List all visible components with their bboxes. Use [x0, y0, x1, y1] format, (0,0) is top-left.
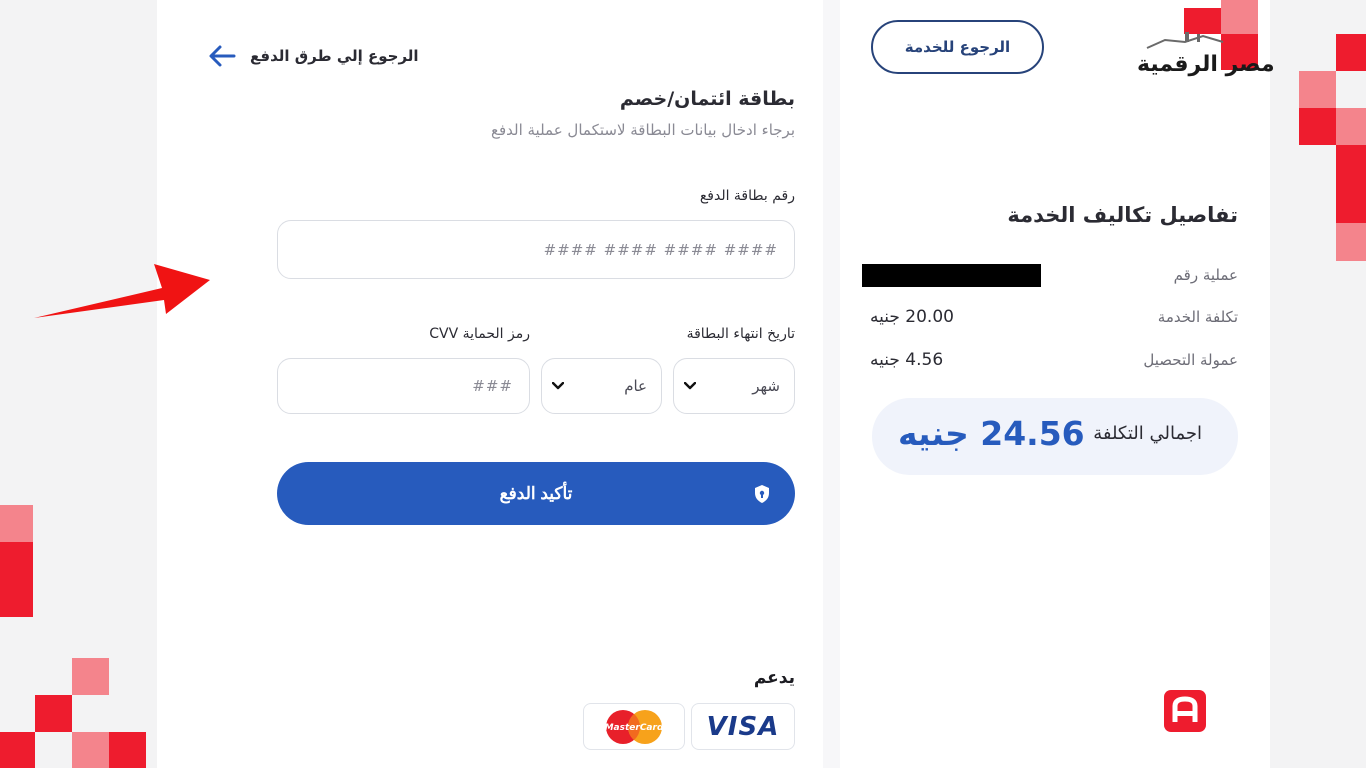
back-to-service-label: الرجوع للخدمة	[904, 38, 1011, 56]
back-to-service-button[interactable]: الرجوع للخدمة	[871, 20, 1044, 74]
confirm-payment-button[interactable]: تأكيد الدفع	[277, 462, 795, 525]
decor-square	[1299, 108, 1336, 145]
expiry-year-select[interactable]: عام	[541, 358, 662, 414]
collection-fee-label: عمولة التحصيل	[1143, 351, 1238, 369]
supported-cards-label: يدعم	[753, 668, 795, 688]
help-glyph-icon	[1172, 696, 1198, 722]
visa-logo: VISA	[691, 703, 795, 750]
shield-check-icon	[755, 485, 769, 503]
expiry-year-value: عام	[624, 377, 647, 395]
decor-square	[1336, 34, 1366, 71]
back-to-payment-methods-link[interactable]: الرجوع إلي طرق الدفع	[208, 40, 419, 72]
decor-square	[0, 542, 33, 617]
logo-skyline-icon	[1146, 32, 1224, 49]
mastercard-icon: MasterCard	[605, 709, 664, 744]
expiry-label: تاريخ انتهاء البطاقة	[686, 326, 795, 342]
page-subtitle: برجاء ادخال بيانات البطاقة لاستكمال عملي…	[490, 121, 795, 139]
decor-square	[0, 732, 35, 768]
decor-square	[1336, 145, 1366, 223]
decor-square	[1336, 108, 1366, 145]
visa-logo-text: VISA	[706, 711, 780, 742]
service-summary-panel	[840, 0, 1270, 768]
chevron-down-icon	[552, 382, 564, 390]
red-pointer-arrow-icon	[34, 264, 210, 318]
page: الرجوع إلي طرق الدفع بطاقة ائتمان/خصم بر…	[0, 0, 1366, 768]
total-cost-label: اجمالي التكلفة	[1093, 423, 1202, 444]
back-to-payment-methods-label: الرجوع إلي طرق الدفع	[250, 47, 419, 65]
chevron-down-icon	[684, 382, 696, 390]
decor-square	[0, 505, 33, 542]
decor-square	[72, 732, 109, 768]
decor-square	[72, 658, 109, 695]
confirm-payment-label: تأكيد الدفع	[499, 483, 573, 503]
panel-divider	[823, 0, 840, 768]
cvv-label: رمز الحماية CVV	[429, 326, 530, 342]
help-app-icon[interactable]	[1164, 690, 1206, 732]
cvv-input[interactable]	[277, 358, 530, 414]
page-title: بطاقة ائتمان/خصم	[619, 88, 795, 110]
mastercard-logo-text: MasterCard	[605, 723, 664, 733]
expiry-month-select[interactable]: شهر	[673, 358, 795, 414]
decor-square	[1336, 223, 1366, 261]
service-costs-title: تفاصيل تكاليف الخدمة	[1007, 203, 1238, 227]
decor-square	[109, 732, 146, 768]
decor-square	[35, 695, 72, 732]
arrow-right-icon	[209, 45, 236, 67]
total-cost-value: 24.56 جنيه	[898, 414, 1085, 453]
mastercard-logo: MasterCard	[583, 703, 685, 750]
collection-fee-value: 4.56 جنيه	[870, 350, 944, 370]
logo-square	[1221, 0, 1258, 34]
service-cost-value: 20.00 جنيه	[870, 307, 954, 327]
expiry-month-value: شهر	[752, 377, 780, 395]
decor-square	[1299, 71, 1336, 108]
digital-egypt-logo: مصر الرقمية	[1135, 0, 1275, 80]
logo-text: مصر الرقمية	[1137, 52, 1275, 77]
total-cost-box: اجمالي التكلفة 24.56 جنيه	[872, 398, 1238, 475]
service-cost-label: تكلفة الخدمة	[1157, 308, 1238, 326]
operation-number-label: عملية رقم	[1173, 266, 1238, 284]
card-number-input[interactable]	[277, 220, 795, 279]
card-number-label: رقم بطاقة الدفع	[699, 188, 795, 204]
operation-number-redacted	[862, 264, 1041, 287]
